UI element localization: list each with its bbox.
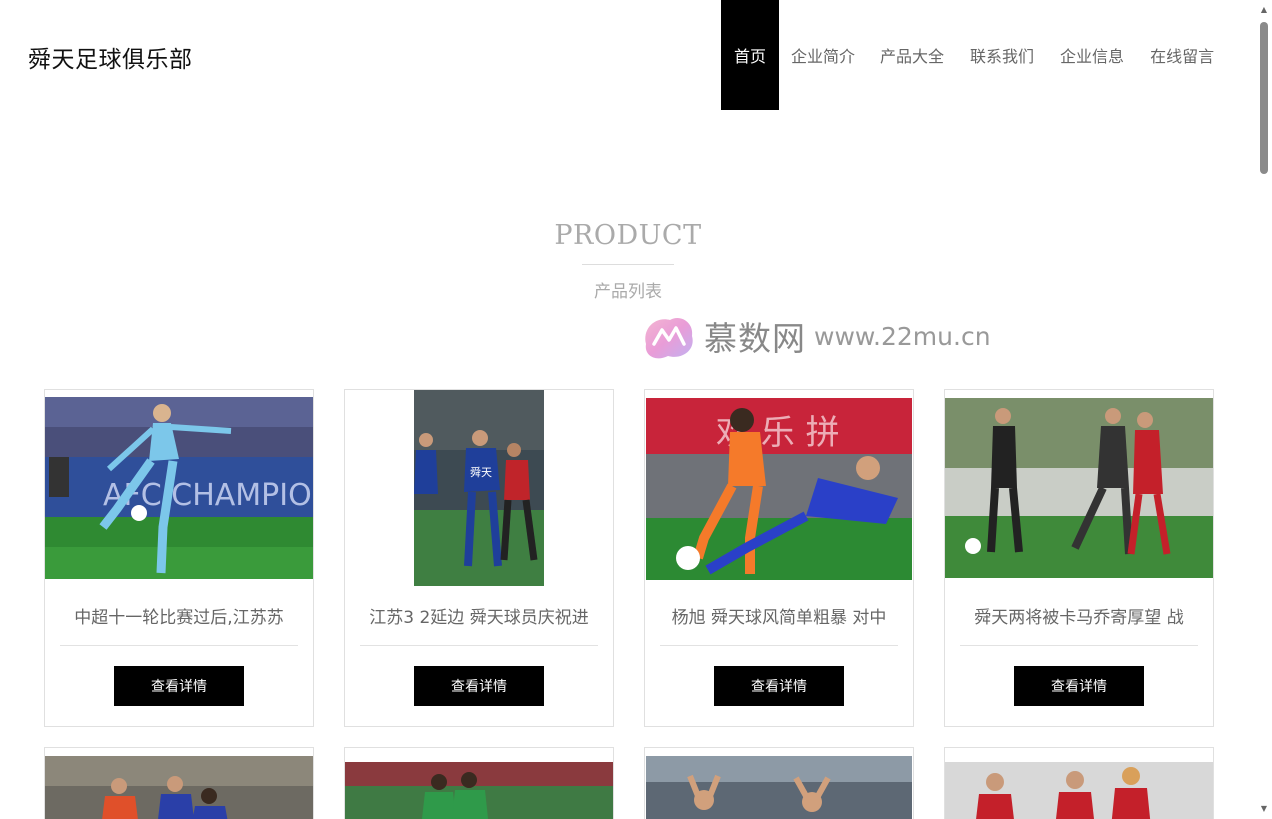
nav-message[interactable]: 在线留言 [1150, 0, 1214, 110]
nav-products[interactable]: 产品大全 [880, 0, 944, 110]
nav-home[interactable]: 首页 [721, 0, 779, 110]
product-title[interactable]: 杨旭 舜天球风简单粗暴 对中 [645, 603, 913, 628]
product-image[interactable]: AFC CHAMPIONS LI [45, 397, 313, 579]
product-image[interactable] [945, 762, 1213, 819]
product-title[interactable]: 中超十一轮比赛过后,江苏苏 [45, 603, 313, 628]
main-nav: 首页 企业简介 产品大全 联系我们 企业信息 在线留言 [721, 0, 1214, 110]
watermark: 慕数网 www.22mu.cn [640, 310, 991, 362]
product-image[interactable]: 舜天 [414, 390, 544, 586]
section-divider [582, 264, 674, 265]
view-details-button[interactable]: 查看详情 [1014, 666, 1144, 706]
card-divider [960, 645, 1198, 646]
product-card[interactable] [644, 747, 914, 819]
page: 舜天足球俱乐部 首页 企业简介 产品大全 联系我们 企业信息 在线留言 PROD… [0, 0, 1272, 819]
product-title[interactable]: 江苏3 2延边 舜天球员庆祝进 [345, 603, 613, 628]
watermark-name: 慕数网 [704, 319, 806, 358]
product-card[interactable]: 舜天 江苏3 2延边 舜天球员庆祝进 查看详情 [344, 389, 614, 727]
scroll-down-icon[interactable]: ▼ [1260, 805, 1268, 813]
nav-contact[interactable]: 联系我们 [970, 0, 1034, 110]
card-divider [660, 645, 898, 646]
watermark-logo-icon [645, 317, 693, 359]
nav-company-info[interactable]: 企业信息 [1060, 0, 1124, 110]
watermark-url: www.22mu.cn [814, 321, 991, 351]
product-image[interactable] [945, 398, 1213, 578]
view-details-button[interactable]: 查看详情 [114, 666, 244, 706]
section-title: PRODUCT [554, 220, 702, 251]
product-card[interactable]: AFC CHAMPIONS LI 中超十一轮比赛过后,江苏苏 查看详情 [44, 389, 314, 727]
vertical-scrollbar[interactable]: ▲ ▼ [1256, 0, 1272, 819]
product-image[interactable] [45, 756, 313, 819]
product-card[interactable] [44, 747, 314, 819]
product-image[interactable]: 欢 乐 拼 [646, 398, 912, 580]
scrollbar-thumb[interactable] [1260, 22, 1268, 174]
product-title[interactable]: 舜天两将被卡马乔寄厚望 战 [945, 603, 1213, 628]
product-card[interactable] [944, 747, 1214, 819]
view-details-button[interactable]: 查看详情 [414, 666, 544, 706]
product-image[interactable] [345, 762, 613, 819]
view-details-button[interactable]: 查看详情 [714, 666, 844, 706]
site-title[interactable]: 舜天足球俱乐部 [28, 40, 193, 74]
card-divider [60, 645, 298, 646]
photo-jersey-text: 舜天 [470, 465, 492, 479]
product-card[interactable] [344, 747, 614, 819]
card-divider [360, 645, 598, 646]
nav-company-intro[interactable]: 企业简介 [791, 0, 855, 110]
scroll-up-icon[interactable]: ▲ [1260, 6, 1268, 14]
product-card[interactable]: 舜天两将被卡马乔寄厚望 战 查看详情 [944, 389, 1214, 727]
product-card[interactable]: 欢 乐 拼 杨旭 舜天球风简单粗暴 对中 查看详情 [644, 389, 914, 727]
section-subtitle: 产品列表 [594, 282, 662, 302]
product-image[interactable] [646, 756, 912, 819]
